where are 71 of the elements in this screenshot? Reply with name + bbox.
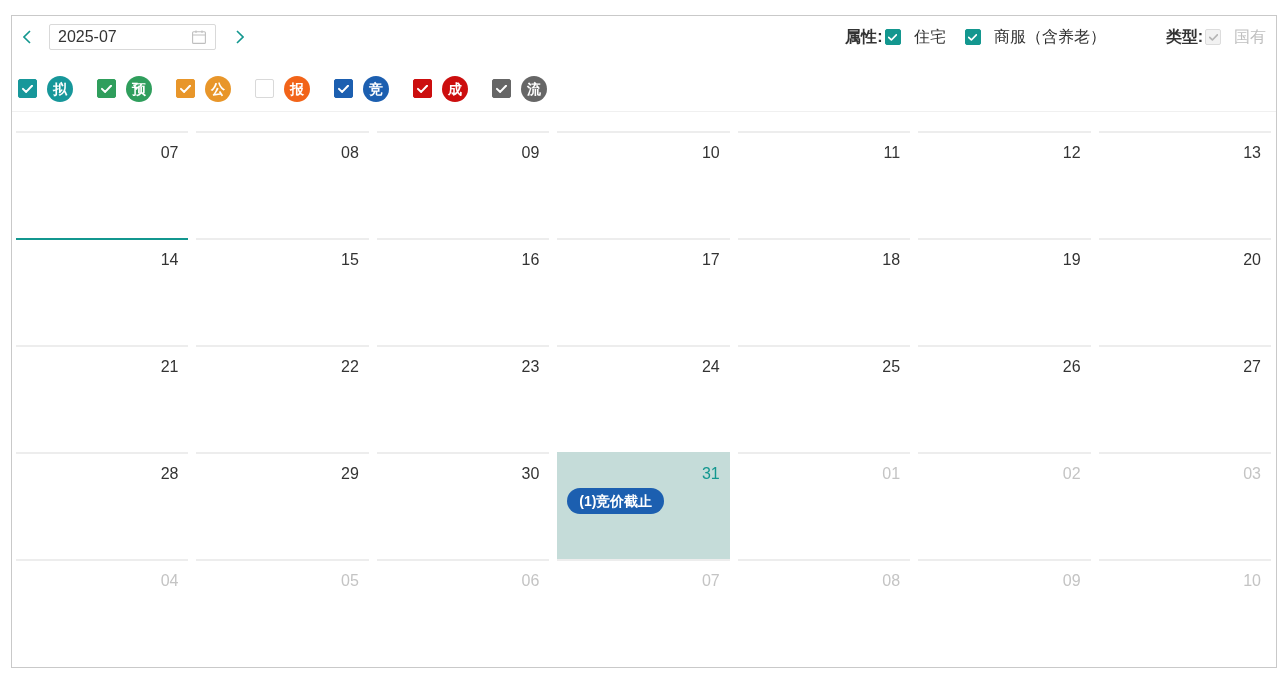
status-tag: 成 bbox=[442, 75, 468, 102]
day-number: 29 bbox=[341, 464, 359, 484]
day-number: 06 bbox=[521, 571, 540, 591]
day-number: 09 bbox=[1062, 571, 1081, 591]
checkbox[interactable] bbox=[492, 79, 511, 98]
day-number: 14 bbox=[160, 250, 179, 270]
day-number: 04 bbox=[160, 571, 179, 591]
day-number: 28 bbox=[160, 464, 179, 484]
day-number: 31 bbox=[701, 464, 720, 484]
day-number: 07 bbox=[701, 571, 720, 591]
checkbox[interactable] bbox=[964, 29, 981, 45]
checkmark-icon bbox=[101, 84, 112, 93]
day-number: 19 bbox=[1062, 250, 1081, 270]
checkmark-icon bbox=[338, 84, 349, 93]
day-number: 23 bbox=[521, 357, 540, 377]
event-tag[interactable]: (1)竞价截止 bbox=[567, 488, 665, 514]
day-number: 10 bbox=[1243, 571, 1261, 591]
checkmark-icon bbox=[22, 84, 33, 93]
option-label[interactable]: 商服（含养老） bbox=[993, 25, 1106, 49]
day-cell[interactable]: 31 (1)竞价截止 bbox=[557, 452, 730, 559]
day-number: 17 bbox=[701, 250, 720, 270]
day-number: 21 bbox=[160, 357, 179, 377]
day-number: 16 bbox=[521, 250, 540, 270]
prev-month-button[interactable] bbox=[20, 29, 34, 45]
status-tag: 竞 bbox=[363, 75, 389, 102]
chevron-right-icon bbox=[236, 30, 244, 44]
status-tag: 公 bbox=[205, 75, 231, 102]
day-number: 30 bbox=[521, 464, 540, 484]
status-tag: 预 bbox=[126, 75, 152, 102]
checkmark-icon bbox=[180, 84, 191, 93]
day-number: 20 bbox=[1243, 250, 1261, 270]
option-label[interactable]: 住宅 bbox=[913, 25, 946, 49]
day-number: 26 bbox=[1062, 357, 1081, 377]
day-number: 01 bbox=[882, 464, 901, 484]
filter-label: 属性: bbox=[845, 27, 883, 47]
day-number: 03 bbox=[1243, 464, 1261, 484]
month-field[interactable]: 2025-07 bbox=[49, 24, 216, 50]
checkbox[interactable] bbox=[413, 79, 432, 98]
day-number: 09 bbox=[521, 143, 540, 163]
day-number: 18 bbox=[882, 250, 901, 270]
status-tag: 报 bbox=[284, 75, 310, 102]
day-number: 10 bbox=[701, 143, 720, 163]
day-number: 05 bbox=[341, 571, 359, 591]
chevron-left-icon bbox=[23, 30, 31, 44]
day-number: 24 bbox=[701, 357, 720, 377]
checkmark-icon bbox=[888, 33, 898, 41]
filter-label: 类型: bbox=[1165, 27, 1203, 47]
day-number: 22 bbox=[341, 357, 359, 377]
status-tag: 拟 bbox=[47, 75, 73, 102]
calendar-icon bbox=[192, 30, 206, 44]
next-month-button[interactable] bbox=[233, 29, 247, 45]
day-number: 15 bbox=[341, 250, 359, 270]
checkmark-icon bbox=[968, 33, 978, 41]
checkmark-icon bbox=[417, 84, 428, 93]
day-number: 11 bbox=[883, 143, 901, 163]
day-number: 12 bbox=[1062, 143, 1081, 163]
day-number: 27 bbox=[1243, 357, 1261, 377]
checkbox[interactable] bbox=[176, 79, 195, 98]
status-tag: 流 bbox=[521, 75, 547, 102]
checkbox[interactable] bbox=[97, 79, 116, 98]
day-number: 08 bbox=[341, 143, 359, 163]
day-number: 07 bbox=[160, 143, 179, 163]
checkmark-icon bbox=[1208, 33, 1218, 41]
checkbox[interactable] bbox=[18, 79, 37, 98]
checkbox[interactable] bbox=[884, 29, 901, 45]
day-number: 25 bbox=[882, 357, 901, 377]
day-number: 08 bbox=[882, 571, 901, 591]
day-number: 13 bbox=[1243, 143, 1261, 163]
day-number: 02 bbox=[1062, 464, 1081, 484]
checkmark-icon bbox=[496, 84, 507, 93]
checkbox[interactable] bbox=[334, 79, 353, 98]
